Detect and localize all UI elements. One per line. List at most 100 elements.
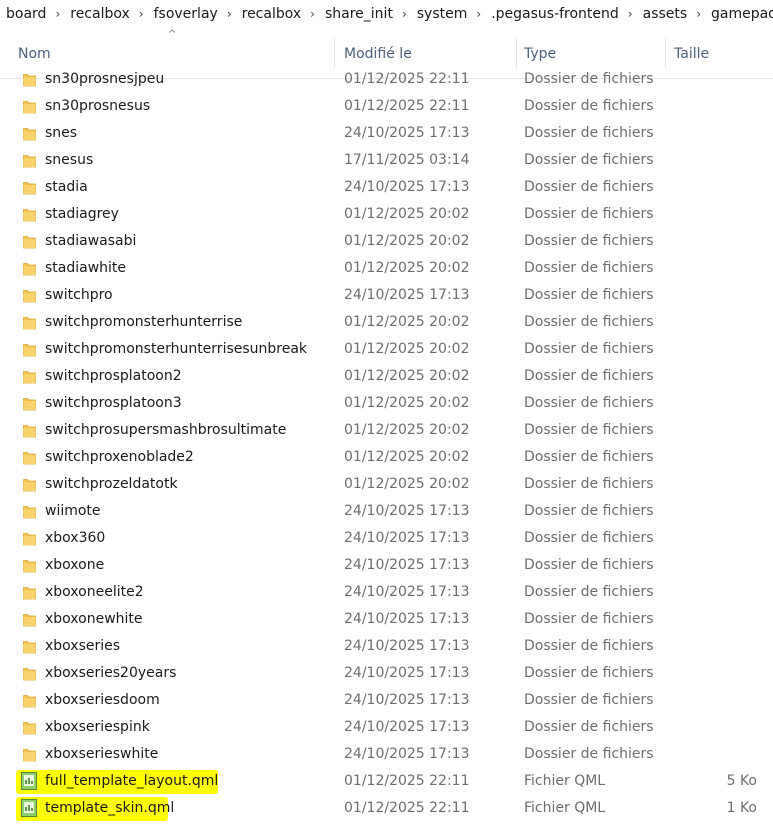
column-header-type[interactable]: Type (524, 43, 556, 65)
file-modified: 01/12/2025 22:11 (344, 800, 470, 816)
file-name: snes (45, 125, 78, 141)
column-resize-handle[interactable] (334, 37, 335, 69)
file-modified: 24/10/2025 17:13 (344, 503, 470, 519)
list-item[interactable]: switchprozeldatotk 01/12/2025 20:02 Dossie… (0, 471, 773, 498)
list-item[interactable]: sn30prosnesus 01/12/2025 22:11 Dossier de … (0, 93, 773, 120)
list-item[interactable]: snes 24/10/2025 17:13 Dossier de fichiers (0, 120, 773, 147)
list-item[interactable]: xboxoneelite2 24/10/2025 17:13 Dossier de … (0, 579, 773, 606)
list-item[interactable]: stadiagrey 01/12/2025 20:02 Dossier de fic… (0, 201, 773, 228)
breadcrumb-item[interactable]: recalbox (63, 6, 136, 22)
list-item[interactable]: xboxserieswhite 24/10/2025 17:13 Dossier d… (0, 741, 773, 768)
list-item[interactable]: switchpromonsterhunterrisesunbreak 01/12/… (0, 336, 773, 363)
file-size (666, 66, 757, 93)
list-item[interactable]: stadia 24/10/2025 17:13 Dossier de fichier… (0, 174, 773, 201)
list-item[interactable]: xboxseries 24/10/2025 17:13 Dossier de fic… (0, 633, 773, 660)
list-item[interactable]: xboxone 24/10/2025 17:13 Dossier de fichie… (0, 552, 773, 579)
file-name: switchprozeldatotk (45, 476, 178, 492)
file-modified: 01/12/2025 20:02 (344, 260, 470, 276)
breadcrumb-item[interactable]: .pegasus-frontend (484, 6, 625, 22)
file-modified: 01/12/2025 20:02 (344, 233, 470, 249)
file-modified: 24/10/2025 17:13 (344, 692, 470, 708)
file-type: Dossier de fichiers (524, 584, 654, 600)
breadcrumb-item[interactable]: share_init (318, 6, 399, 22)
file-type: Dossier de fichiers (524, 71, 654, 87)
list-item[interactable]: switchprosplatoon2 01/12/2025 20:02 Dossie… (0, 363, 773, 390)
list-item[interactable]: stadiawasabi 01/12/2025 20:02 Dossier de f… (0, 228, 773, 255)
breadcrumb-separator-icon[interactable]: › (473, 7, 484, 21)
folder-icon (20, 147, 38, 174)
file-name: xboxseriesdoom (45, 692, 160, 708)
list-item[interactable]: switchproxenoblade2 01/12/2025 20:02 Dossi… (0, 444, 773, 471)
list-item[interactable]: wiimote 24/10/2025 17:13 Dossier de fichie… (0, 498, 773, 525)
breadcrumb: board › recalbox › fsoverlay › recalbox › share_… (0, 0, 773, 27)
breadcrumb-item[interactable]: fsoverlay (147, 6, 224, 22)
column-header-name[interactable]: Nom (18, 43, 51, 65)
breadcrumb-separator-icon[interactable]: › (693, 7, 704, 21)
file-size (666, 417, 757, 444)
file-size (666, 309, 757, 336)
list-item[interactable]: stadiawhite 01/12/2025 20:02 Dossier de fi… (0, 255, 773, 282)
file-name: snesus (45, 152, 94, 168)
file-modified: 17/11/2025 03:14 (344, 152, 470, 168)
breadcrumb-item[interactable]: assets (636, 6, 694, 22)
breadcrumb-separator-icon[interactable]: › (224, 7, 235, 21)
list-item[interactable]: template_skin.qml 01/12/2025 22:11 Fichier… (0, 795, 773, 822)
file-name: stadiawhite (45, 260, 127, 276)
file-size (666, 336, 757, 363)
folder-icon (20, 606, 38, 633)
file-type: Dossier de fichiers (524, 746, 654, 762)
file-type: Dossier de fichiers (524, 341, 654, 357)
breadcrumb-item[interactable]: system (410, 6, 474, 22)
file-name: stadiagrey (45, 206, 119, 222)
file-size (666, 471, 757, 498)
file-name: sn30prosnesjpeu (45, 71, 165, 87)
breadcrumb-item[interactable]: board (0, 6, 52, 22)
file-modified: 01/12/2025 20:02 (344, 449, 470, 465)
breadcrumb-separator-icon[interactable]: › (307, 7, 318, 21)
list-item[interactable]: switchprosplatoon3 01/12/2025 20:02 Dossie… (0, 390, 773, 417)
list-item[interactable]: switchpro 24/10/2025 17:13 Dossier de fich… (0, 282, 773, 309)
file-list: sn30prosnesjpeu 01/12/2025 22:11 Dossier d… (0, 66, 773, 822)
file-name: switchpromonsterhunterrisesunbreak (45, 341, 308, 357)
list-item[interactable]: switchprosupersmashbrosultimate 01/12/202… (0, 417, 773, 444)
list-item[interactable]: switchpromonsterhunterrise 01/12/2025 20:… (0, 309, 773, 336)
file-type: Fichier QML (524, 773, 606, 789)
file-size (666, 660, 757, 687)
folder-icon (20, 471, 38, 498)
list-item[interactable]: snesus 17/11/2025 03:14 Dossier de fichier… (0, 147, 773, 174)
column-resize-handle[interactable] (665, 37, 666, 69)
file-name: stadia (45, 179, 88, 195)
column-resize-handle[interactable] (516, 37, 517, 69)
file-name: wiimote (45, 503, 101, 519)
breadcrumb-separator-icon[interactable]: › (399, 7, 410, 21)
file-type: Dossier de fichiers (524, 98, 654, 114)
breadcrumb-separator-icon[interactable]: › (52, 7, 63, 21)
list-item[interactable]: full_template_layout.qml 01/12/2025 22:11… (0, 768, 773, 795)
file-name: switchprosplatoon3 (45, 395, 182, 411)
list-item[interactable]: xbox360 24/10/2025 17:13 Dossier de fichie… (0, 525, 773, 552)
file-name: switchproxenoblade2 (45, 449, 194, 465)
breadcrumb-item[interactable]: recalbox (235, 6, 308, 22)
folder-icon (20, 579, 38, 606)
list-item[interactable]: xboxseriesdoom 24/10/2025 17:13 Dossier de… (0, 687, 773, 714)
file-size (666, 282, 757, 309)
folder-icon (20, 417, 38, 444)
column-header-size[interactable]: Taille (674, 43, 709, 65)
list-item[interactable]: xboxseriespink 24/10/2025 17:13 Dossier de… (0, 714, 773, 741)
file-type: Dossier de fichiers (524, 206, 654, 222)
breadcrumb-separator-icon[interactable]: › (625, 7, 636, 21)
list-item[interactable]: sn30prosnesjpeu 01/12/2025 22:11 Dossier d… (0, 66, 773, 93)
folder-icon (20, 714, 38, 741)
file-size (666, 579, 757, 606)
folder-icon (20, 120, 38, 147)
file-modified: 24/10/2025 17:13 (344, 125, 470, 141)
list-item[interactable]: xboxonewhite 24/10/2025 17:13 Dossier de f… (0, 606, 773, 633)
file-name: switchpro (45, 287, 113, 303)
column-header-modified[interactable]: Modifié le (344, 43, 412, 65)
file-name: xboxonewhite (45, 611, 143, 627)
list-item[interactable]: xboxseries20years 24/10/2025 17:13 Dossier… (0, 660, 773, 687)
folder-icon (20, 525, 38, 552)
breadcrumb-separator-icon[interactable]: › (136, 7, 147, 21)
breadcrumb-item[interactable]: gamepad (704, 6, 773, 22)
folder-icon (20, 201, 38, 228)
